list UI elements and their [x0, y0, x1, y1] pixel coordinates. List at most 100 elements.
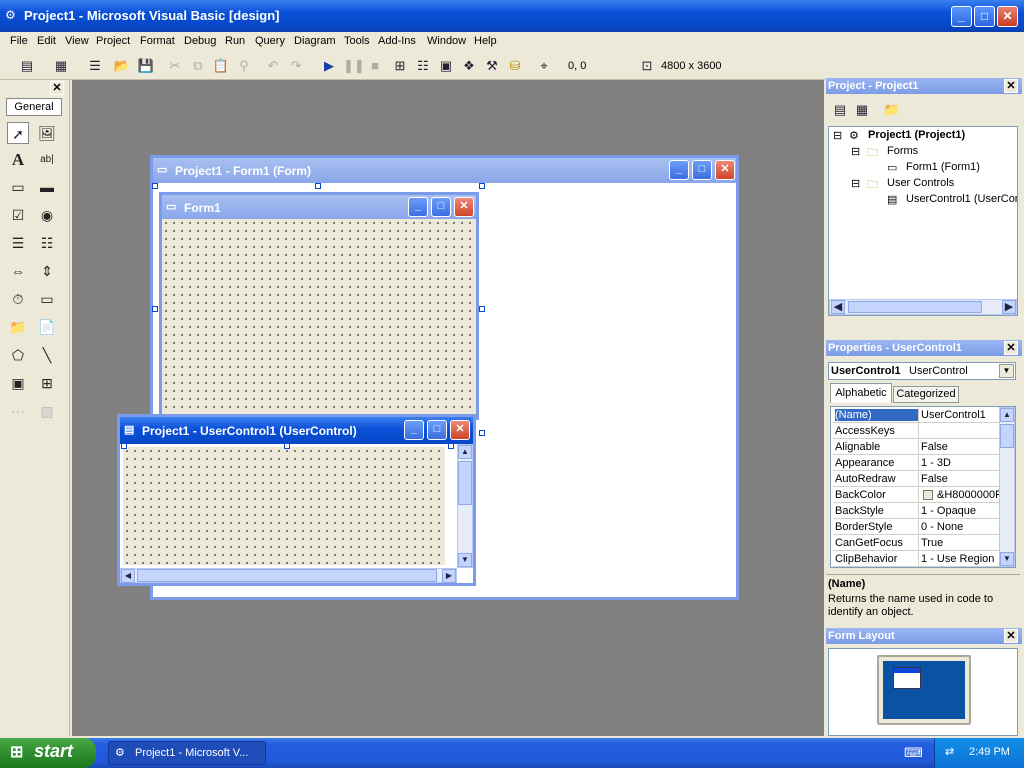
usercontrol-designer-close[interactable]: ✕: [450, 420, 470, 440]
property-value[interactable]: 1 - 3D: [921, 457, 1001, 469]
shape-icon[interactable]: ⬠: [7, 344, 29, 366]
property-row[interactable]: AccessKeys: [833, 423, 999, 439]
sizing-handle[interactable]: [448, 443, 454, 449]
form-layout-icon[interactable]: ▣: [437, 57, 455, 75]
usercontrol-tool-icon[interactable]: ▨: [36, 400, 58, 422]
hscrollbar-icon[interactable]: ⇔: [7, 260, 29, 282]
menu-run[interactable]: Run: [225, 35, 245, 47]
property-value[interactable]: &H8000000F: [937, 489, 1001, 501]
undo-icon[interactable]: ↶: [264, 57, 282, 75]
usercontrol-designer-caption[interactable]: ▤ Project1 - UserControl1 (UserControl) …: [120, 417, 473, 444]
image-icon[interactable]: ▣: [7, 372, 29, 394]
end-icon[interactable]: ■: [366, 57, 384, 75]
menu-tools[interactable]: Tools: [344, 35, 370, 47]
property-vscroll-thumb[interactable]: [1000, 424, 1014, 448]
property-value[interactable]: False: [921, 473, 1001, 485]
save-project-icon[interactable]: 💾: [137, 57, 155, 75]
project-explorer-icon[interactable]: ⊞: [391, 57, 409, 75]
tree-usercontrol1[interactable]: UserControl1 (UserCon: [906, 193, 1017, 205]
line-icon[interactable]: ╲: [36, 344, 58, 366]
horizontal-scrollbar[interactable]: ◀ ▶: [120, 568, 457, 583]
chevron-down-icon[interactable]: ▼: [999, 364, 1014, 378]
property-row[interactable]: CanGetFocus True: [833, 535, 999, 551]
close-button[interactable]: ✕: [997, 6, 1018, 27]
tree-forms-folder[interactable]: Forms: [887, 145, 918, 157]
object-selector[interactable]: UserControl1 UserControl ▼: [828, 362, 1016, 380]
tree-hscrollbar[interactable]: ◀ ▶: [829, 299, 1017, 315]
menu-format[interactable]: Format: [140, 35, 175, 47]
sizing-handle[interactable]: [479, 306, 485, 312]
form1-grid[interactable]: [162, 219, 476, 417]
timer-icon[interactable]: ⏱: [7, 288, 29, 310]
menu-view[interactable]: View: [65, 35, 89, 47]
menu-editor-icon[interactable]: ☰: [86, 57, 104, 75]
properties-close-icon[interactable]: ✕: [1004, 341, 1018, 355]
tree-collapse-icon[interactable]: ⊟: [851, 145, 860, 158]
menu-window[interactable]: Window: [427, 35, 466, 47]
checkbox-icon[interactable]: ☑: [7, 204, 29, 226]
vertical-scrollbar[interactable]: ▲ ▼: [457, 444, 473, 568]
sizing-handle[interactable]: [284, 443, 290, 449]
property-row[interactable]: BackStyle 1 - Opaque: [833, 503, 999, 519]
scroll-left-icon[interactable]: ◀: [831, 300, 845, 314]
start-icon[interactable]: ▶: [320, 57, 338, 75]
data-view-icon[interactable]: ⛁: [506, 57, 524, 75]
taskbar-item-vb[interactable]: ⚙ Project1 - Microsoft V...: [108, 741, 266, 765]
paste-icon[interactable]: 📋: [212, 57, 230, 75]
property-value[interactable]: True: [921, 537, 1001, 549]
listbox-icon[interactable]: ☷: [36, 232, 58, 254]
sizing-handle[interactable]: [479, 183, 485, 189]
toolbox-tab-general[interactable]: General: [6, 98, 62, 116]
picturebox-icon[interactable]: 🖼: [36, 122, 58, 144]
frame-icon[interactable]: ▭: [7, 176, 29, 198]
tree-collapse-icon[interactable]: ⊟: [851, 177, 860, 190]
tree-project-root[interactable]: Project1 (Project1): [868, 129, 965, 141]
view-object-icon[interactable]: ▦: [853, 101, 871, 119]
form-designer-maximize[interactable]: □: [692, 160, 712, 180]
project-explorer-close-icon[interactable]: ✕: [1004, 79, 1018, 93]
form1-design-surface[interactable]: ▭ Form1 _ □ ✕: [159, 192, 479, 420]
property-row[interactable]: AutoRedraw False: [833, 471, 999, 487]
data-control-icon[interactable]: ⊞: [36, 372, 58, 394]
property-vscrollbar[interactable]: ▲ ▼: [999, 407, 1015, 567]
sizing-handle[interactable]: [152, 306, 158, 312]
toolbox-icon[interactable]: ⚒: [483, 57, 501, 75]
form-position-preview[interactable]: [893, 667, 921, 689]
menu-edit[interactable]: Edit: [37, 35, 56, 47]
scroll-right-icon[interactable]: ▶: [442, 569, 456, 583]
tab-alphabetic[interactable]: Alphabetic: [830, 383, 892, 403]
form-designer-caption[interactable]: ▭ Project1 - Form1 (Form) _ □ ✕: [153, 158, 736, 183]
optionbutton-icon[interactable]: ◉: [36, 204, 58, 226]
property-value[interactable]: 1 - Opaque: [921, 505, 1001, 517]
scroll-down-icon[interactable]: ▼: [1000, 552, 1014, 566]
maximize-button[interactable]: □: [974, 6, 995, 27]
pointer-icon[interactable]: ➚: [7, 122, 29, 144]
combobox-icon[interactable]: ☰: [7, 232, 29, 254]
start-button[interactable]: ⊞ start: [0, 738, 96, 768]
filelistbox-icon[interactable]: 📄: [36, 316, 58, 338]
label-icon[interactable]: A: [7, 149, 29, 171]
scroll-right-icon[interactable]: ▶: [1002, 300, 1016, 314]
menu-help[interactable]: Help: [474, 35, 497, 47]
tree-usercontrols-folder[interactable]: User Controls: [887, 177, 954, 189]
commandbutton-icon[interactable]: ▬: [36, 176, 58, 198]
sizing-handle[interactable]: [152, 183, 158, 189]
add-project-icon[interactable]: ▤: [18, 57, 36, 75]
drivelistbox-icon[interactable]: ▭: [36, 288, 58, 310]
break-icon[interactable]: ❚❚: [343, 57, 365, 75]
keyboard-icon[interactable]: ⌨: [904, 745, 923, 761]
network-icon[interactable]: ⇄: [945, 745, 954, 758]
menu-project[interactable]: Project: [96, 35, 130, 47]
copy-icon[interactable]: ⧉: [189, 57, 207, 75]
object-browser-icon[interactable]: ❖: [460, 57, 478, 75]
property-value[interactable]: UserControl1: [921, 409, 1001, 421]
properties-window-icon[interactable]: ☷: [414, 57, 432, 75]
menu-addins[interactable]: Add-Ins: [378, 35, 416, 47]
scroll-up-icon[interactable]: ▲: [458, 445, 472, 459]
tree-form1[interactable]: Form1 (Form1): [906, 161, 980, 173]
property-value[interactable]: False: [921, 441, 1001, 453]
textbox-icon[interactable]: ab|: [36, 149, 58, 171]
dirlistbox-icon[interactable]: 📁: [7, 316, 29, 338]
redo-icon[interactable]: ↷: [287, 57, 305, 75]
property-row[interactable]: (Name) UserControl1: [833, 407, 999, 423]
